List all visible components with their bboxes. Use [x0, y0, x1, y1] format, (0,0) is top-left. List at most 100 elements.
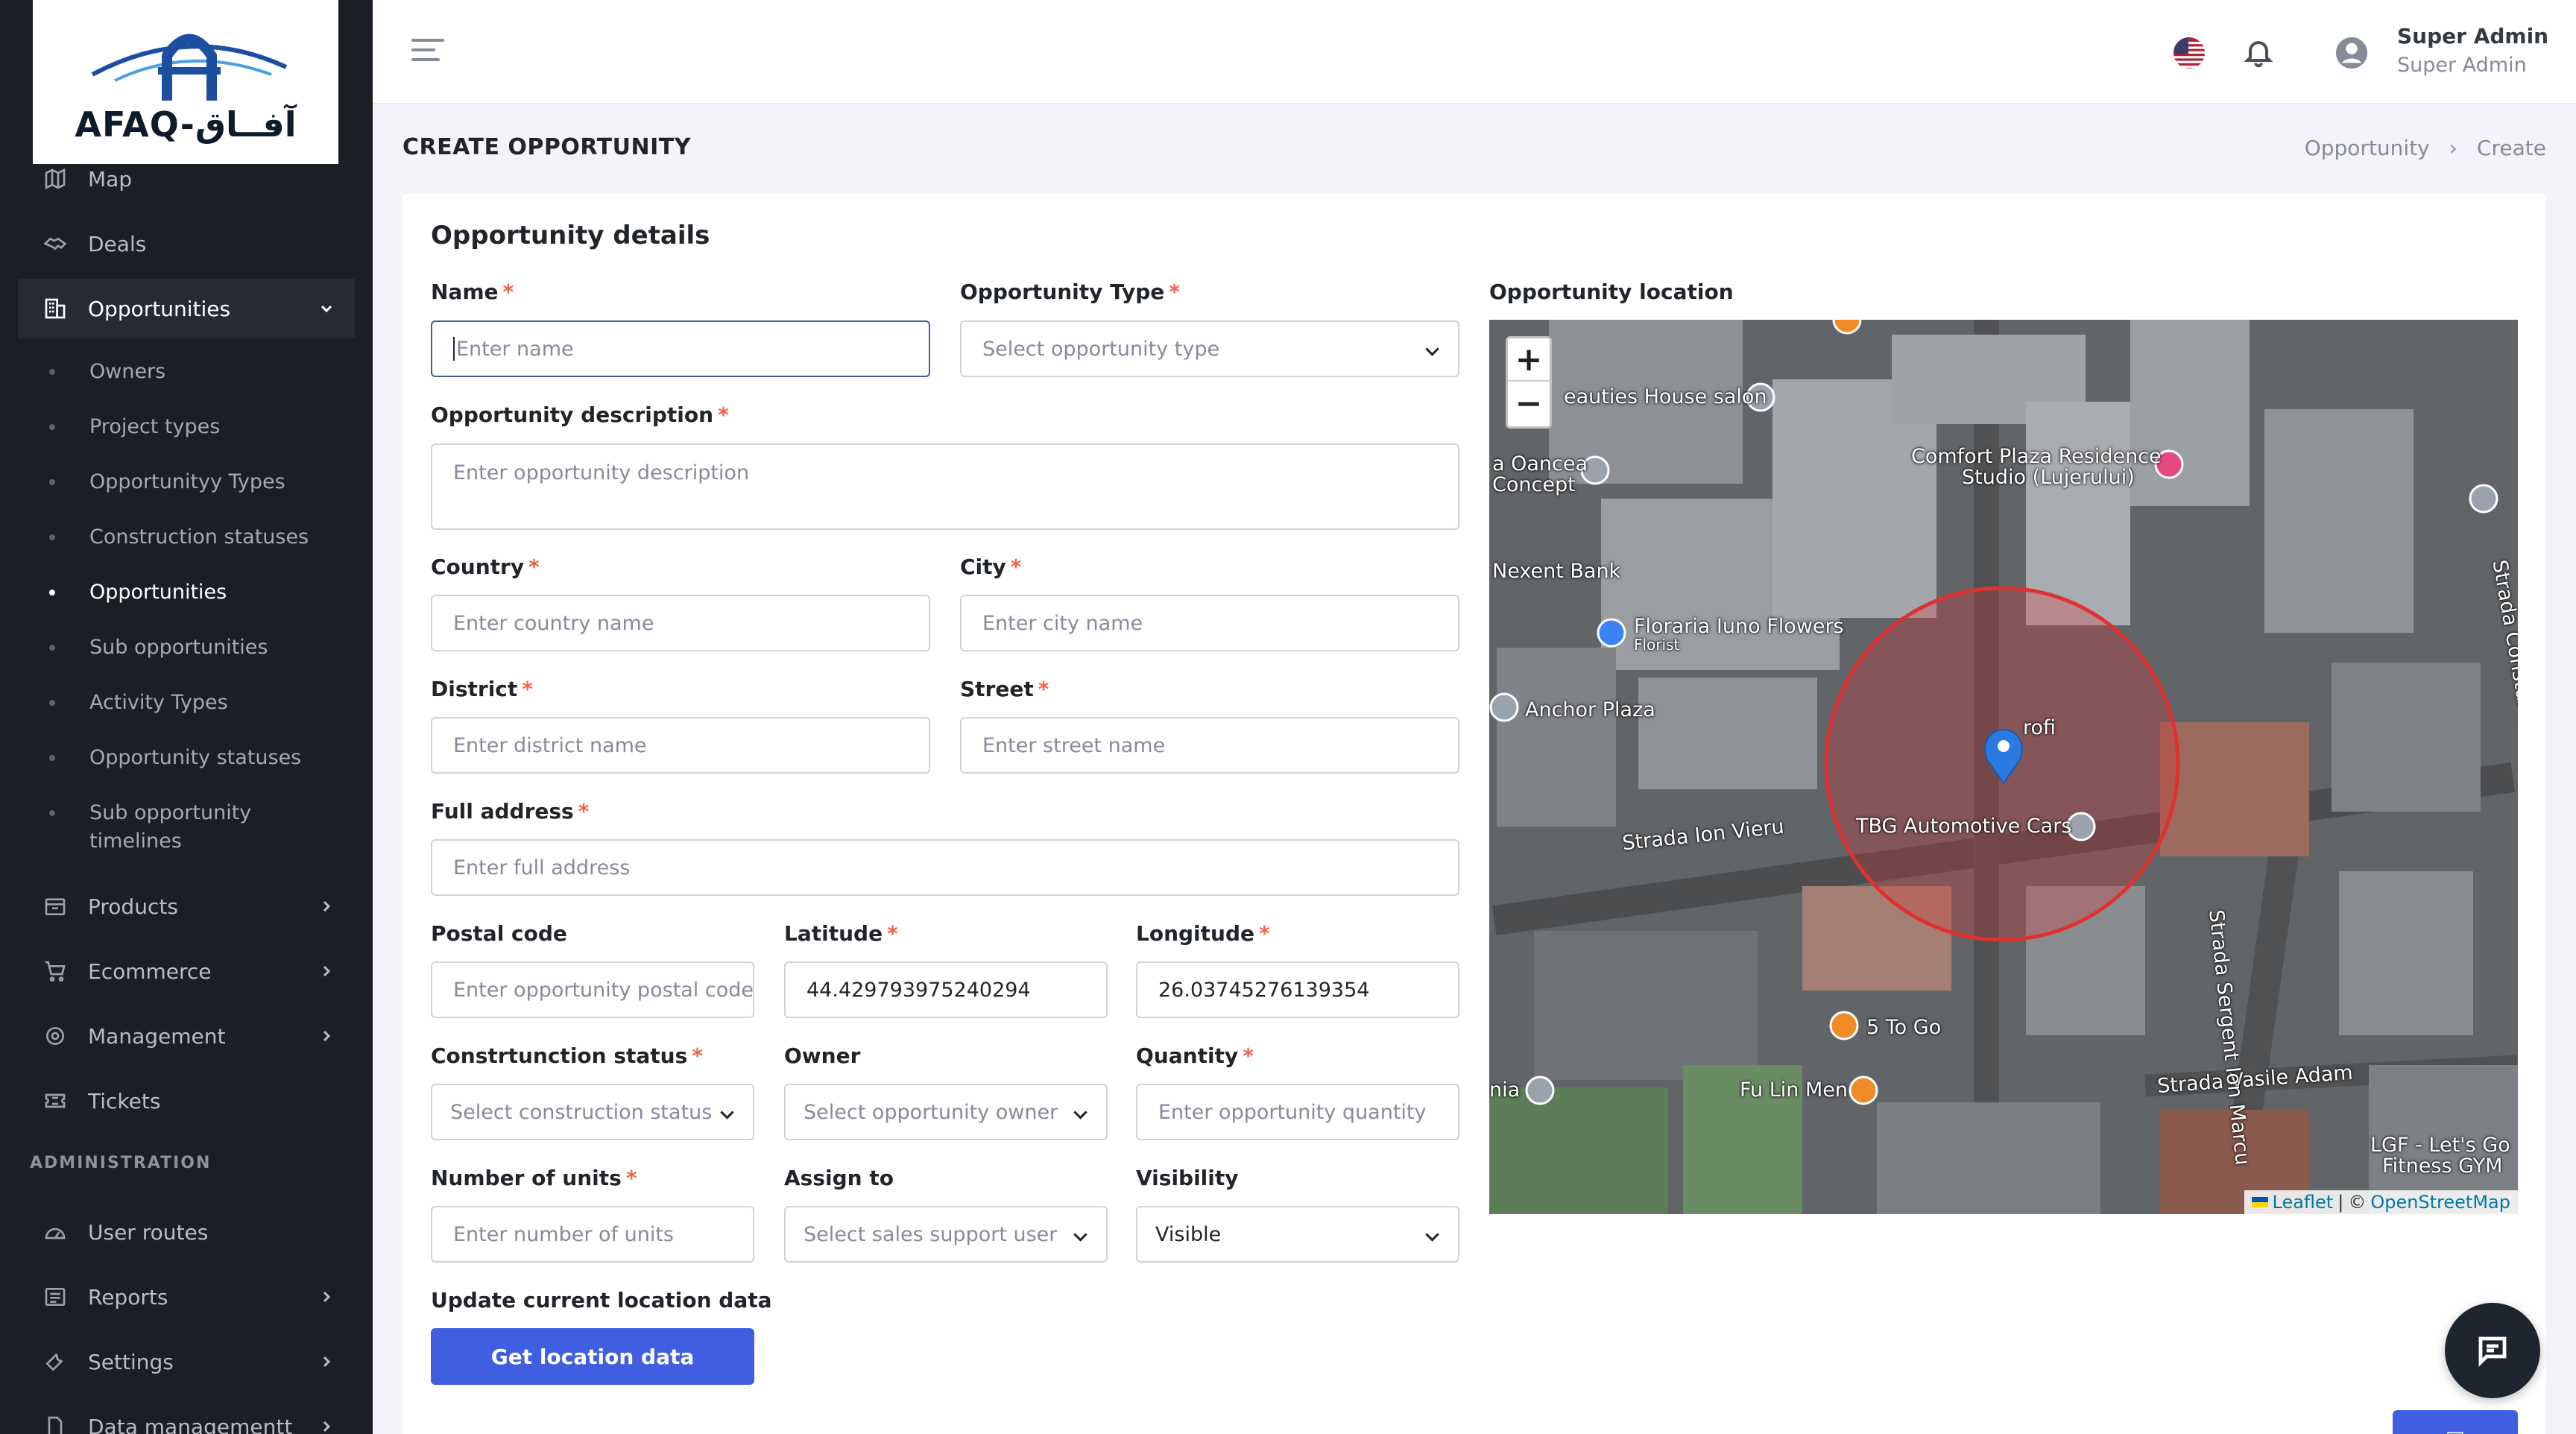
sidebar-subitem-label: Project types [89, 415, 221, 438]
assign-to-select[interactable]: Select sales support user [784, 1206, 1108, 1263]
opportunity-location-label: Opportunity location [1489, 279, 1734, 304]
sidebar-item-label: Reports [88, 1284, 168, 1310]
visibility-select[interactable]: Visible [1136, 1206, 1459, 1263]
openstreetmap-link[interactable]: OpenStreetMap [2370, 1192, 2510, 1213]
sidebar-subitem-opportunities[interactable]: Opportunities [42, 578, 355, 607]
city-label: City * [960, 555, 1022, 579]
map-place-label: Florist [1634, 636, 1680, 654]
chevron-down-icon [318, 298, 335, 316]
latitude-input[interactable]: 44.429793975240294 [784, 961, 1108, 1018]
sidebar-subitem-owners[interactable]: Owners [42, 358, 355, 386]
sidebar-item-label: Data managementt [88, 1414, 293, 1434]
number-of-units-label: Number of units * [431, 1166, 637, 1190]
sidebar-subitem-project-types[interactable]: Project types [42, 413, 355, 441]
sidebar-item-deals[interactable]: Deals [18, 214, 355, 274]
sidebar-item-settings[interactable]: Settings [18, 1332, 355, 1392]
sidebar-subitem-sub-opportunity-timelines[interactable]: Sub opportunity timelines [42, 799, 265, 856]
quantity-input[interactable]: Enter opportunity quantity [1136, 1084, 1459, 1140]
ukraine-flag-icon [2251, 1197, 2268, 1207]
map-place-label: Comfort Plaza Residence [1911, 445, 2162, 468]
description-label: Opportunity description * [431, 402, 729, 427]
visibility-label: Visibility [1136, 1166, 1239, 1190]
map-place-label: Studio (Lujerului) [1962, 466, 2135, 489]
sidebar-subitem-label: Construction statuses [89, 525, 309, 549]
map-place-label: LGF - Let's Go [2370, 1134, 2510, 1157]
full-address-input[interactable]: Enter full address [431, 839, 1459, 896]
owner-label: Owner [784, 1043, 861, 1068]
name-input[interactable]: Enter name [431, 320, 930, 377]
name-label: Name * [431, 279, 514, 304]
file-icon [42, 1413, 69, 1434]
sidebar-item-ecommerce[interactable]: Ecommerce [18, 941, 355, 1001]
gear-icon [42, 1023, 69, 1049]
map-place-label: eauties House salon [1564, 385, 1767, 408]
bell-icon[interactable] [2242, 36, 2275, 69]
us-flag-icon[interactable] [2174, 37, 2205, 69]
sidebar-item-opportunities[interactable]: Opportunities [18, 279, 355, 338]
district-input[interactable]: Enter district name [431, 717, 930, 774]
street-label: Street * [960, 677, 1049, 701]
sidebar-subitem-activity-types[interactable]: Activity Types [42, 689, 355, 717]
map-place-label: nia [1489, 1078, 1521, 1102]
gauge-icon [42, 1219, 69, 1245]
number-of-units-input[interactable]: Enter number of units [431, 1206, 754, 1263]
sidebar-subitem-label: Activity Types [89, 691, 228, 714]
handshake-icon [42, 230, 69, 257]
logo-text: AFAQ-آفــاق [75, 104, 297, 145]
get-location-data-button[interactable]: Get location data [431, 1328, 754, 1385]
user-name[interactable]: Super Admin [2397, 24, 2548, 48]
sidebar-subitem-opportunity-statuses[interactable]: Opportunity statuses [42, 744, 355, 772]
sidebar-item-label: Settings [88, 1349, 174, 1374]
breadcrumb-item[interactable]: Opportunity [2305, 136, 2430, 160]
sidebar-item-map[interactable]: Map [18, 149, 355, 209]
quantity-label: Quantity * [1136, 1043, 1254, 1068]
zoom-in-button[interactable]: + [1508, 338, 1550, 382]
sidebar-item-label: Ecommerce [88, 958, 212, 984]
sidebar-subitem-construction-statuses[interactable]: Construction statuses [42, 523, 355, 552]
sidebar-item-management[interactable]: Management [18, 1006, 355, 1066]
user-avatar-icon[interactable] [2334, 36, 2369, 70]
sidebar-subitem-label: Opportunity statuses [89, 746, 302, 769]
sidebar-subitem-label: Sub opportunities [89, 636, 268, 659]
sidebar-subitem-sub-opportunities[interactable]: Sub opportunities [42, 634, 355, 662]
sidebar: AFAQ-آفــاق Map Deals Opportunities Owne… [0, 0, 373, 1434]
cart-icon [42, 958, 69, 985]
map-attribution: Leaflet | © OpenStreetMap [2244, 1190, 2518, 1214]
leaflet-link[interactable]: Leaflet [2273, 1192, 2334, 1213]
sidebar-item-data-management[interactable]: Data managementt [18, 1397, 355, 1434]
chat-button[interactable] [2445, 1303, 2540, 1398]
owner-select[interactable]: Select opportunity owner [784, 1084, 1108, 1140]
location-map[interactable]: + − eauties House salon a Oancea Concept… [1489, 320, 2518, 1214]
user-role: Super Admin [2397, 54, 2527, 77]
opportunity-type-label: Opportunity Type * [960, 279, 1180, 304]
sidebar-item-products[interactable]: Products [18, 876, 355, 936]
sidebar-subitem-label: Opportunityy Types [89, 470, 285, 493]
opportunity-type-select[interactable]: Select opportunity type [960, 320, 1459, 377]
description-textarea[interactable]: Enter opportunity description [431, 443, 1459, 530]
sidebar-item-label: Map [88, 166, 133, 192]
sidebar-subitem-opportunity-types[interactable]: Opportunityy Types [42, 468, 355, 496]
map-place-label: rofi [2023, 716, 2056, 739]
city-input[interactable]: Enter city name [960, 595, 1459, 651]
country-input[interactable]: Enter country name [431, 595, 930, 651]
map-place-label: Fitness GYM [2382, 1155, 2503, 1178]
list-icon [42, 1283, 69, 1310]
save-button[interactable]: ▭ [2393, 1410, 2518, 1434]
opportunity-form-card: Opportunity details Name * Enter name Opp… [402, 194, 2546, 1434]
menu-icon[interactable] [411, 39, 444, 66]
postal-code-input[interactable]: Enter opportunity postal code [431, 961, 754, 1018]
map-zoom-control: + − [1506, 336, 1552, 429]
street-input[interactable]: Enter street name [960, 717, 1459, 774]
sidebar-subitem-label: Owners [89, 360, 166, 383]
sidebar-item-tickets[interactable]: Tickets [18, 1071, 355, 1131]
sidebar-subitem-label: Sub opportunity timelines [89, 801, 252, 853]
logo[interactable]: AFAQ-آفــاق [33, 0, 338, 164]
chat-icon [2478, 1336, 2507, 1367]
zoom-out-button[interactable]: − [1508, 382, 1550, 425]
sidebar-item-reports[interactable]: Reports [18, 1267, 355, 1327]
sidebar-item-user-routes[interactable]: User routes [18, 1202, 355, 1262]
chevron-right-icon [318, 1286, 335, 1304]
map-place-label: Concept [1492, 473, 1576, 496]
longitude-input[interactable]: 26.03745276139354 [1136, 961, 1459, 1018]
construction-status-select[interactable]: Select construction status [431, 1084, 754, 1140]
